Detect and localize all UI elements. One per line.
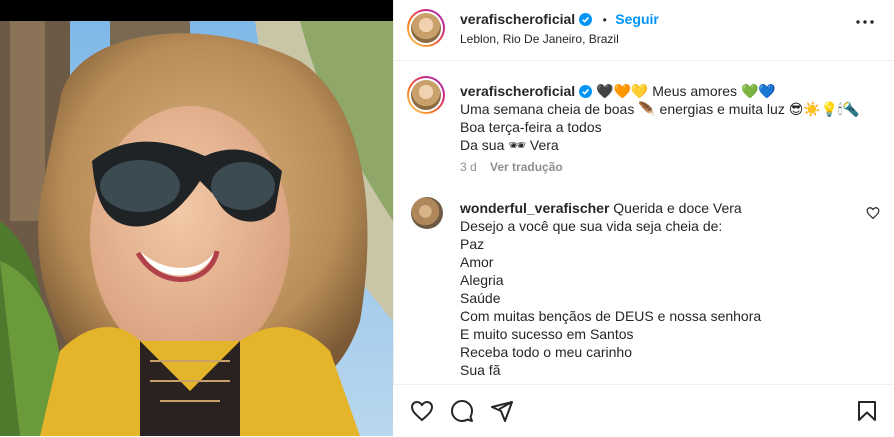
author-username[interactable]: verafischeroficial bbox=[460, 11, 575, 27]
post-actions-bar bbox=[393, 384, 894, 437]
translate-button[interactable]: Ver tradução bbox=[490, 160, 563, 174]
caption: verafischeroficial 🖤🧡💛 Meus amores 💚💙 Um… bbox=[460, 82, 880, 154]
comment-like-heart-icon[interactable] bbox=[866, 206, 880, 220]
comment-line: E muito sucesso em Santos bbox=[460, 326, 634, 342]
more-icon[interactable] bbox=[856, 20, 874, 24]
caption-username[interactable]: verafischeroficial bbox=[460, 83, 575, 99]
comment-line: Sua fã bbox=[460, 362, 501, 378]
comment-line: Desejo a você que sua vida seja cheia de… bbox=[460, 218, 723, 234]
post-header: verafischeroficial • Seguir Leblon, Rio … bbox=[394, 0, 894, 61]
caption-line-1: verafischeroficial 🖤🧡💛 Meus amores 💚💙 bbox=[460, 83, 776, 99]
post-photo-pane bbox=[0, 0, 393, 436]
separator-dot: • bbox=[602, 13, 607, 27]
comment-line: Com muitas bençãos de DEUS e nossa senho… bbox=[460, 308, 762, 324]
comment-avatar[interactable] bbox=[411, 197, 443, 229]
post-time[interactable]: 3 d bbox=[460, 160, 477, 174]
comment-line-1: wonderful_verafischer Querida e doce Ver… bbox=[460, 200, 742, 216]
share-icon[interactable] bbox=[490, 399, 514, 423]
post-side-panel: verafischeroficial • Seguir Leblon, Rio … bbox=[393, 0, 894, 436]
verified-badge-icon bbox=[579, 13, 593, 26]
comment: wonderful_verafischer Querida e doce Ver… bbox=[460, 199, 860, 379]
caption-line-3: Boa terça-feira a todos bbox=[460, 119, 602, 135]
comment-line: Receba todo o meu carinho bbox=[460, 344, 632, 360]
heart-icon[interactable] bbox=[410, 399, 434, 423]
caption-meta: 3 d Ver tradução bbox=[460, 160, 563, 174]
comment-username[interactable]: wonderful_verafischer bbox=[460, 200, 609, 216]
caption-avatar[interactable] bbox=[407, 76, 445, 114]
comment-icon[interactable] bbox=[450, 399, 474, 423]
post-location[interactable]: Leblon, Rio De Janeiro, Brazil bbox=[460, 32, 619, 46]
follow-button[interactable]: Seguir bbox=[615, 11, 659, 27]
comment-line: Saúde bbox=[460, 290, 501, 306]
caption-line-4: Da sua 🕶 Vera bbox=[460, 137, 559, 153]
comment-line: Alegria bbox=[460, 272, 504, 288]
verified-badge-icon bbox=[579, 85, 593, 98]
post-photo[interactable] bbox=[0, 21, 393, 436]
post-dialog: verafischeroficial • Seguir Leblon, Rio … bbox=[0, 0, 894, 436]
caption-line-2: Uma semana cheia de boas 🪶 energias e mu… bbox=[460, 101, 860, 117]
author-avatar[interactable] bbox=[407, 9, 445, 47]
bookmark-icon[interactable] bbox=[855, 399, 879, 423]
comment-line: Paz bbox=[460, 236, 485, 252]
comment-line: Amor bbox=[460, 254, 494, 270]
